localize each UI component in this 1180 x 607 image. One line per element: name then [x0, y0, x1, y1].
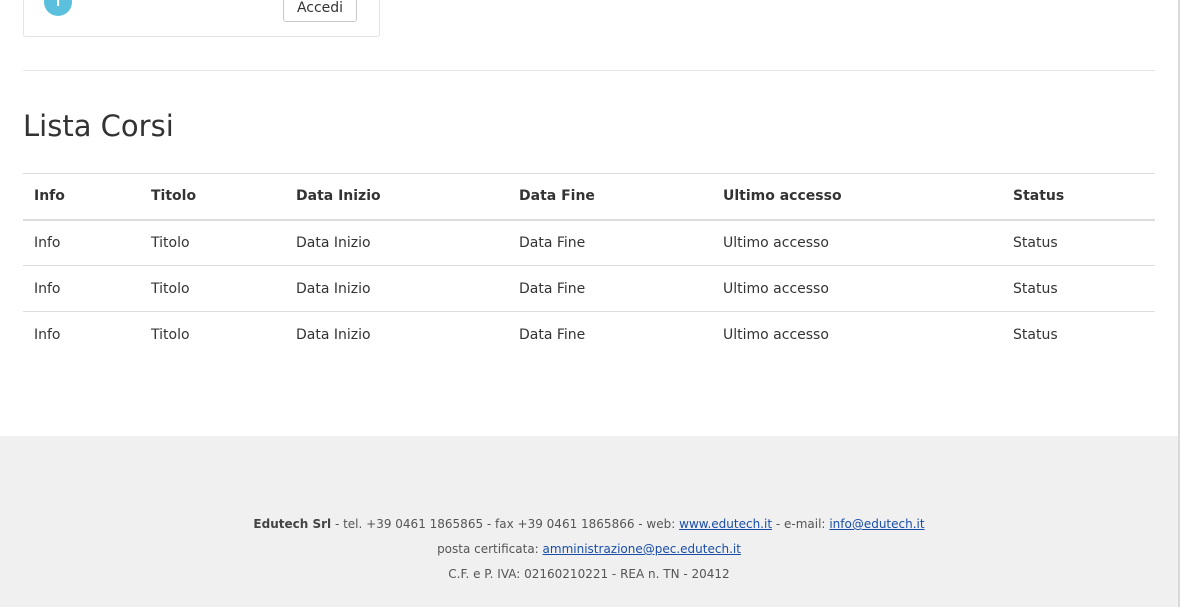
cell-data-fine: Data Fine: [519, 280, 586, 297]
cell-info: Info: [34, 326, 61, 343]
cell-info: Info: [34, 234, 61, 251]
cell-status: Status: [1013, 326, 1058, 343]
footer-company-name: Edutech Srl: [253, 517, 332, 531]
table-row[interactable]: Info Titolo Data Inizio Data Fine Ultimo…: [23, 266, 1155, 312]
footer-fiscal-line: C.F. e P. IVA: 02160210221 - REA n. TN -…: [448, 567, 730, 581]
footer-pec-line: posta certificata: amministrazione@pec.e…: [0, 540, 1178, 558]
footer: Edutech Srl - tel. +39 0461 1865865 - fa…: [0, 436, 1178, 607]
table-header-row: Info Titolo Data Inizio Data Fine Ultimo…: [23, 173, 1155, 220]
column-header-data-inizio[interactable]: Data Inizio: [285, 174, 508, 220]
footer-web-link[interactable]: www.edutech.it: [679, 517, 772, 531]
footer-pec-link[interactable]: amministrazione@pec.edutech.it: [543, 542, 741, 556]
cell-data-fine: Data Fine: [519, 234, 586, 251]
page-title: Lista Corsi: [23, 109, 174, 143]
footer-pec-label: posta certificata:: [437, 542, 539, 556]
footer-email-label: - e-mail:: [775, 517, 826, 531]
table-row[interactable]: Info Titolo Data Inizio Data Fine Ultimo…: [23, 220, 1155, 266]
cell-ultimo-accesso: Ultimo accesso: [723, 326, 829, 343]
cell-titolo: Titolo: [151, 326, 190, 343]
column-header-ultimo-accesso[interactable]: Ultimo accesso: [712, 174, 1002, 220]
cell-data-fine: Data Fine: [519, 326, 586, 343]
cell-titolo: Titolo: [151, 234, 190, 251]
column-header-data-fine[interactable]: Data Fine: [508, 174, 712, 220]
column-header-titolo[interactable]: Titolo: [140, 174, 285, 220]
cell-ultimo-accesso: Ultimo accesso: [723, 234, 829, 251]
cell-info: Info: [34, 280, 61, 297]
page: i Accedi Lista Corsi Info Titolo Data In…: [0, 0, 1180, 607]
cell-status: Status: [1013, 280, 1058, 297]
footer-contacts: - tel. +39 0461 1865865 - fax +39 0461 1…: [334, 517, 676, 531]
courses-table: Info Titolo Data Inizio Data Fine Ultimo…: [23, 173, 1155, 358]
info-icon-wrapper: i: [44, 0, 72, 16]
footer-contacts-line: Edutech Srl - tel. +39 0461 1865865 - fa…: [0, 515, 1178, 533]
footer-email-link[interactable]: info@edutech.it: [829, 517, 924, 531]
cell-data-inizio: Data Inizio: [296, 326, 371, 343]
login-button[interactable]: Accedi: [283, 0, 357, 22]
cell-data-inizio: Data Inizio: [296, 234, 371, 251]
section-divider: [23, 70, 1155, 71]
column-header-status[interactable]: Status: [1002, 174, 1155, 220]
cell-ultimo-accesso: Ultimo accesso: [723, 280, 829, 297]
column-header-info[interactable]: Info: [23, 174, 140, 220]
cell-data-inizio: Data Inizio: [296, 280, 371, 297]
cell-status: Status: [1013, 234, 1058, 251]
table-row[interactable]: Info Titolo Data Inizio Data Fine Ultimo…: [23, 312, 1155, 358]
info-icon: i: [44, 0, 72, 16]
cell-titolo: Titolo: [151, 280, 190, 297]
